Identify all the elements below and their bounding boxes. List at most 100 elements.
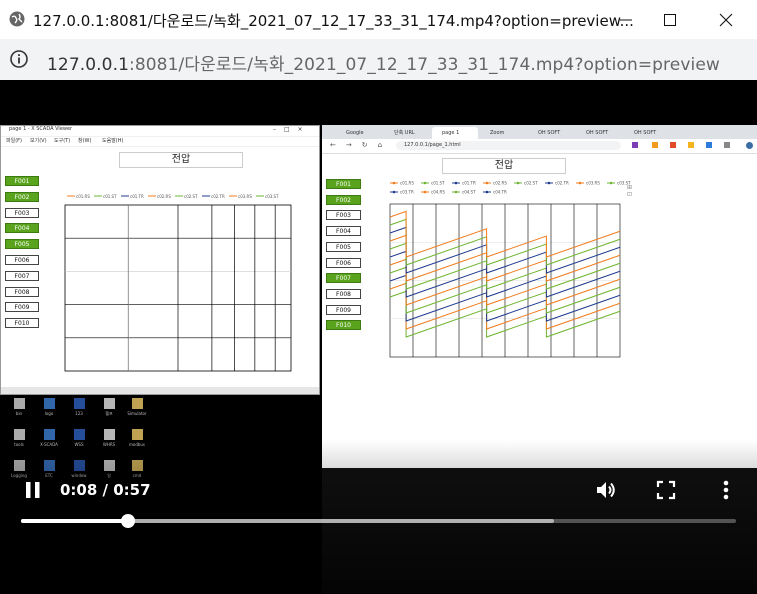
legend-marker [423, 190, 427, 194]
legend-marker [485, 181, 489, 185]
legend-label: c02.TR [555, 181, 569, 186]
page-button-f010[interactable]: F010 [326, 320, 361, 331]
scada-viewer-window: page 1 - X SCADA Viewer –□× 파일(F) 보기(V) 도구… [0, 125, 320, 395]
page-button-f007[interactable]: F007 [326, 273, 361, 284]
more-vert-icon[interactable] [715, 478, 737, 502]
page-right-margin [638, 154, 757, 468]
page-button-f008[interactable]: F008 [326, 288, 361, 299]
maximize-button[interactable] [650, 6, 690, 34]
scada-menubar: 파일(F) 보기(V) 도구(T) 창(W) 도움말(H) [1, 137, 319, 146]
page-chart: c01.RS c01.ST c01.TR c02.RS c02.ST c02.TR c03.… [389, 181, 631, 358]
legend-label: c03.TR [400, 190, 414, 195]
browser-toolbar: ←→↻⌂ 127.0.0.1/page_1.html [322, 139, 757, 154]
legend-label: c03.RS [586, 181, 600, 186]
desktop-icon-label: logo [44, 411, 54, 416]
close-button[interactable] [706, 6, 746, 34]
progress-played [21, 519, 128, 523]
legend-marker [392, 190, 396, 194]
fullscreen-icon[interactable] [655, 479, 677, 501]
page-button-f005[interactable]: F005 [326, 241, 361, 252]
legend-marker [392, 181, 396, 185]
browser-tab[interactable]: OH SOFT [528, 127, 574, 139]
progress-thumb[interactable] [120, 514, 135, 528]
browser-omnibox[interactable]: 127.0.0.1/page_1.html [396, 141, 621, 150]
legend-label: c03.ST [265, 194, 279, 199]
desktop-icon[interactable]: bin [6, 398, 32, 426]
desktop-icon[interactable]: logo [36, 398, 62, 426]
scada-canvas: 전압 F001 F002 F003 F004 F005 F006 F007 F008 F009 F… [1, 147, 319, 387]
pause-icon[interactable] [22, 479, 44, 501]
legend-label: c01.RS [400, 181, 414, 186]
page-button-f004[interactable]: F004 [326, 226, 361, 237]
scada-button-f009[interactable]: F009 [5, 302, 39, 313]
address-url[interactable]: 127.0.0.1:8081/다운로드/녹화_2021_07_12_17_33_… [47, 50, 720, 75]
volume-icon[interactable] [594, 478, 618, 502]
window-titlebar: 127.0.0.1:8081/다운로드/녹화_2021_07_12_17_33_… [0, 0, 757, 39]
legend-label: c02.RS [493, 181, 507, 186]
browser-tab[interactable]: Google [336, 127, 382, 139]
browser-tab[interactable]: Zoom [480, 127, 526, 139]
scada-button-f007[interactable]: F007 [5, 270, 39, 281]
scada-button-f002[interactable]: F002 [5, 191, 39, 202]
scada-button-f008[interactable]: F008 [5, 286, 39, 297]
scada-menu-item[interactable]: 도움말(H) [102, 137, 123, 144]
page-button-f003[interactable]: F003 [326, 210, 361, 221]
scada-window-controls: –□× [273, 126, 311, 133]
browser-tab[interactable]: OH SOFT [624, 127, 670, 139]
scada-chart: c01.RS c01.ST c01.TR c02.RS c02.ST c02.TR c03.… [64, 194, 292, 372]
minimize-button[interactable] [606, 6, 646, 34]
browser-tab[interactable]: 단축 URL [384, 127, 430, 139]
page-button-f009[interactable]: F009 [326, 304, 361, 315]
scada-button-f003[interactable]: F003 [5, 207, 39, 218]
scada-button-f010[interactable]: F010 [5, 318, 39, 329]
player-controls-gradient [0, 440, 757, 594]
legend-marker [454, 181, 458, 185]
browser-tab[interactable]: page 1 [432, 127, 478, 139]
scada-button-f006[interactable]: F006 [5, 255, 39, 265]
browser-nav-icons[interactable]: ←→↻⌂ [330, 141, 392, 149]
legend-label: c04.RS [431, 190, 445, 195]
globe-icon [9, 11, 25, 27]
info-icon[interactable] [9, 49, 29, 69]
window-title: 127.0.0.1:8081/다운로드/녹화_2021_07_12_17_33_… [33, 12, 634, 30]
scada-button-f004[interactable]: F004 [5, 223, 39, 234]
address-bar: 127.0.0.1:8081/다운로드/녹화_2021_07_12_17_33_… [0, 39, 757, 81]
scada-menu-item[interactable]: 창(W) [78, 137, 91, 144]
scada-menu-item[interactable]: 보기(V) [30, 137, 47, 144]
legend-label: c02.RS [157, 194, 171, 199]
scada-button-f005[interactable]: F005 [5, 239, 39, 250]
scada-page-title: 전압 [119, 152, 243, 168]
legend-marker [609, 181, 613, 185]
time-display: 0:08 / 0:57 [60, 481, 151, 499]
desktop-icon-label: Simulator [127, 411, 147, 416]
legend-marker [454, 190, 458, 194]
desktop-icon-label: bin [15, 411, 23, 416]
page-button-f002[interactable]: F002 [326, 194, 361, 205]
browser-tab[interactable]: OH SOFT [576, 127, 622, 139]
scada-menu-item[interactable]: 파일(F) [6, 137, 22, 144]
legend-label: c02.ST [524, 181, 538, 186]
scada-menu-item[interactable]: 도구(T) [54, 137, 70, 144]
desktop-icon[interactable]: 123 [66, 398, 92, 426]
legend-marker [578, 181, 582, 185]
desktop-icon[interactable]: 헬프 [96, 398, 122, 426]
legend-label: c02.TR [211, 194, 225, 199]
scada-titlebar: page 1 - X SCADA Viewer –□× [1, 126, 319, 136]
legend-label: c01.ST [431, 181, 445, 186]
legend-label: c04.ST [462, 190, 476, 195]
url-path: :8081/다운로드/녹화_2021_07_12_17_33_31_174.mp… [129, 55, 720, 75]
desktop-icon[interactable]: Simulator [124, 398, 150, 426]
page-title: 전압 [442, 158, 566, 174]
scada-button-f001[interactable]: F001 [5, 176, 39, 186]
legend-marker [547, 181, 551, 185]
legend-label: c02.ST [184, 194, 198, 199]
scada-statusbar [1, 387, 319, 394]
legend-marker [423, 181, 427, 185]
page-button-f006[interactable]: F006 [326, 257, 361, 268]
legend-marker [516, 181, 520, 185]
url-host: 127.0.0.1 [47, 55, 130, 75]
browser-page: 전압 F001 F002 F003 F004 F005 F006 F007 F008 F009 F… [322, 154, 757, 468]
legend-label: c01.TR [130, 194, 144, 199]
page-button-f001[interactable]: F001 [326, 179, 361, 189]
legend-label: c01.RS [76, 194, 90, 199]
